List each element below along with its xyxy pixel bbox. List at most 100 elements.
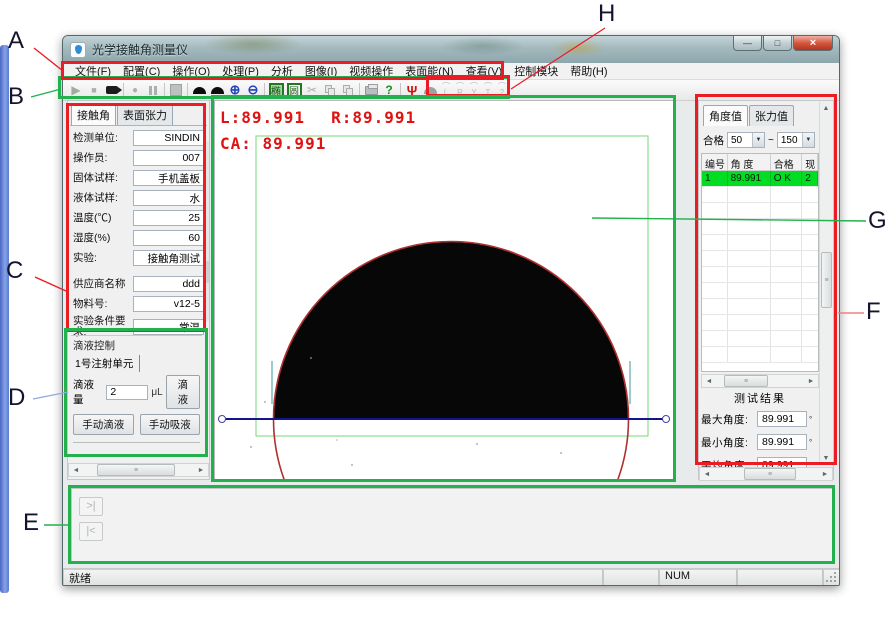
scroll-right-icon[interactable]: ► <box>804 375 818 387</box>
cut-icon[interactable]: ✂ <box>303 81 321 99</box>
app-window: 光学接触角测量仪 — □ × 文件(F) 配置(C) 操作(O) 处理(P) 分… <box>62 35 840 586</box>
menu-control-module[interactable]: 控制模块 <box>508 62 564 80</box>
pass-max-dropdown[interactable]: 150 ▼ <box>777 132 815 148</box>
angle-2-tool-icon[interactable]: ⌒2 <box>495 84 509 97</box>
record-icon[interactable]: ● <box>126 81 144 99</box>
angle-right-tool-icon[interactable]: ⌒R <box>453 84 467 97</box>
condition-field[interactable] <box>133 319 204 335</box>
drop-control-group: 滴液控制 1号注射单元 滴液量 μL 滴液 手动滴液 手动吸液 <box>71 335 202 457</box>
circle-fit-icon[interactable]: 圆 <box>285 81 303 99</box>
menu-bar: 文件(F) 配置(C) 操作(O) 处理(P) 分析 图像(I) 视频操作 表面… <box>63 63 839 80</box>
close-button[interactable]: × <box>793 36 833 51</box>
field-row: 实验: <box>73 250 204 266</box>
left-panel-vscrollbar[interactable] <box>203 141 209 321</box>
manual-suck-button[interactable]: 手动吸液 <box>140 414 201 435</box>
temperature-field[interactable] <box>133 210 204 226</box>
experiment-field[interactable] <box>133 250 204 266</box>
title-bar[interactable]: 光学接触角测量仪 — □ × <box>63 36 839 63</box>
menu-file[interactable]: 文件(F) <box>69 62 117 80</box>
menu-video[interactable]: 视频操作 <box>343 62 399 80</box>
annotation-letter-g: G <box>868 207 887 235</box>
manual-drop-button[interactable]: 手动滴液 <box>73 414 134 435</box>
angle-table[interactable]: 编号 角 度 合格 现 1 89.991 O K 2 <box>701 153 819 372</box>
baseline-icon[interactable]: ⊖ <box>244 81 262 99</box>
left-panel-hscrollbar[interactable]: ◄ ≡ ► <box>68 463 209 477</box>
scroll-right-icon[interactable]: ► <box>818 468 832 480</box>
window-title: 光学接触角测量仪 <box>92 41 188 58</box>
material-no-field[interactable] <box>133 296 204 312</box>
tab-surface-tension[interactable]: 表面张力 <box>117 104 173 125</box>
menu-analyze[interactable]: 分析 <box>265 62 299 80</box>
table-empty-rows <box>702 187 818 363</box>
scroll-left-icon[interactable]: ◄ <box>69 464 83 476</box>
injection-unit-tab[interactable]: 1号注射单元 <box>73 355 140 372</box>
table-hscrollbar[interactable]: ◄ ≡ ► <box>701 374 819 388</box>
field-row: 检测单位: <box>73 130 204 146</box>
drop-button[interactable]: 滴液 <box>166 375 200 409</box>
snapshot-icon[interactable] <box>167 81 185 99</box>
minimize-button[interactable]: — <box>733 36 762 51</box>
annotation-letter-h: H <box>598 0 615 28</box>
pause-icon[interactable] <box>144 81 162 99</box>
angle-y-tool-icon[interactable]: ⌒Y <box>467 84 481 97</box>
pass-min-dropdown[interactable]: 50 ▼ <box>727 132 765 148</box>
paste-icon[interactable] <box>339 81 357 99</box>
solid-sample-field[interactable] <box>133 170 204 186</box>
max-angle-field[interactable] <box>757 411 807 427</box>
status-cell <box>603 569 659 585</box>
ellipse-fit-icon[interactable]: 椭 <box>267 81 285 99</box>
copy-icon[interactable] <box>321 81 339 99</box>
liquid-sample-field[interactable] <box>133 190 204 206</box>
menu-operate[interactable]: 操作(O) <box>166 62 216 80</box>
help-icon[interactable]: ? <box>380 81 398 99</box>
dome-gray-icon[interactable] <box>421 81 439 99</box>
results-panel-vscrollbar[interactable]: ▲ ≡ ▼ <box>819 102 832 465</box>
scroll-right-icon[interactable]: ► <box>194 464 208 476</box>
stop-icon[interactable]: ■ <box>85 81 103 99</box>
right-angle-value: R:89.991 <box>331 108 416 127</box>
step-back-button[interactable]: |< <box>79 522 103 541</box>
drop-volume-input[interactable] <box>106 385 148 400</box>
droplet-graphics <box>215 101 673 479</box>
tab-contact-angle[interactable]: 接触角 <box>71 104 116 125</box>
scroll-left-icon[interactable]: ◄ <box>702 375 716 387</box>
drop-shape-icon[interactable] <box>190 81 208 99</box>
operator-field[interactable] <box>133 150 204 166</box>
step-forward-button[interactable]: >| <box>79 497 103 516</box>
supplier-field[interactable] <box>133 276 204 292</box>
annotation-letter-b: B <box>8 83 24 111</box>
min-angle-field[interactable] <box>757 434 807 450</box>
results-panel-hscrollbar[interactable]: ◄ ≡ ► <box>699 467 833 481</box>
scroll-down-icon[interactable]: ▼ <box>820 452 832 465</box>
field-row: 物料号: <box>73 296 204 312</box>
angle-t-tool-icon[interactable]: ⌒T <box>481 84 495 97</box>
tab-angle-values[interactable]: 角度值 <box>703 105 748 126</box>
menu-view[interactable]: 查看(V) <box>460 62 509 80</box>
menu-surface-energy[interactable]: 表面能(N) <box>399 62 459 80</box>
angle-left-tool-icon[interactable]: ⌒L <box>439 84 453 97</box>
drop-shape-2-icon[interactable] <box>208 81 226 99</box>
menu-config[interactable]: 配置(C) <box>117 62 166 80</box>
scroll-left-icon[interactable]: ◄ <box>700 468 714 480</box>
sample-info-panel: 接触角 表面张力 检测单位: 操作员: 固体试样: 液体试样: 温度(℃) 湿度… <box>67 100 210 480</box>
droplet-image-canvas[interactable]: L:89.991R:89.991 CA: 89.991 <box>214 100 674 480</box>
dispense-icon[interactable]: Ψ <box>403 81 421 99</box>
field-row: 供应商名称 <box>73 276 204 292</box>
menu-help[interactable]: 帮助(H) <box>564 62 613 80</box>
menu-image[interactable]: 图像(I) <box>299 62 343 80</box>
print-icon[interactable] <box>362 81 380 99</box>
scroll-up-icon[interactable]: ▲ <box>820 102 832 115</box>
maximize-button[interactable]: □ <box>763 36 792 51</box>
resize-grip[interactable] <box>823 569 839 585</box>
tab-tension-values[interactable]: 张力值 <box>749 105 794 126</box>
unit-field[interactable] <box>133 130 204 146</box>
humidity-field[interactable] <box>133 230 204 246</box>
table-row[interactable]: 1 89.991 O K 2 <box>702 171 818 187</box>
menu-process[interactable]: 处理(P) <box>216 62 265 80</box>
chevron-down-icon: ▼ <box>752 133 764 147</box>
test-results-title: 测试结果 <box>701 390 819 406</box>
crosshair-icon[interactable]: ⊕ <box>226 81 244 99</box>
playback-panel: >| |< <box>71 488 834 564</box>
camera-icon[interactable] <box>103 81 121 99</box>
play-icon[interactable]: ▶ <box>67 81 85 99</box>
